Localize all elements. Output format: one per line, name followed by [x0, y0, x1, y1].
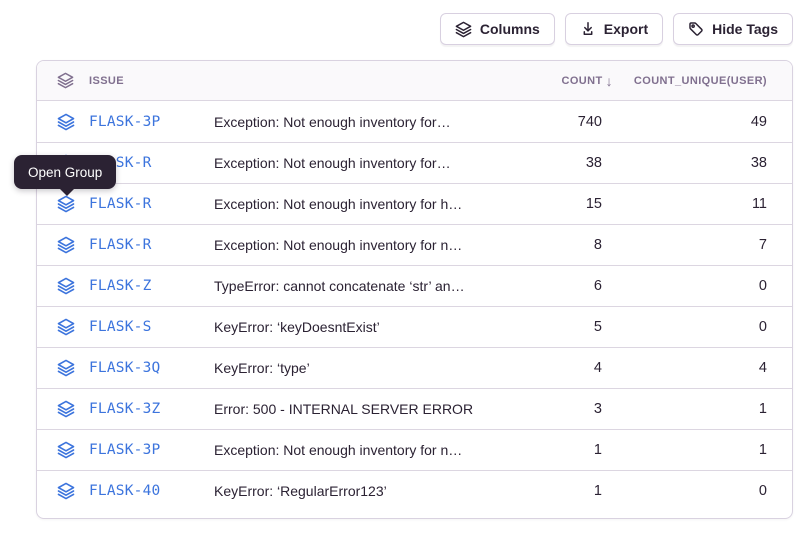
issue-count: 38: [586, 155, 613, 171]
issue-title: KeyError: ‘keyDoesntExist’: [214, 319, 533, 335]
issue-count: 5: [594, 319, 613, 335]
table-row[interactable]: FLASK-3P Exception: Not enough inventory…: [37, 101, 792, 142]
results-toolbar: Columns Export Hide Tags: [440, 13, 793, 45]
issue-count: 740: [578, 114, 613, 130]
tag-icon: [688, 21, 704, 37]
issue-count: 4: [594, 360, 613, 376]
issue-id-link[interactable]: FLASK-R: [89, 196, 214, 212]
issue-count-unique-user: 4: [759, 360, 767, 376]
issue-id-link[interactable]: FLASK-Z: [89, 278, 214, 294]
layers-icon: [455, 21, 472, 38]
tooltip-label: Open Group: [28, 165, 102, 180]
issue-stack-icon[interactable]: [57, 277, 89, 295]
column-header-issue[interactable]: ISSUE: [89, 75, 214, 87]
issue-id-link[interactable]: FLASK-R: [89, 237, 214, 253]
issue-title: KeyError: ‘type’: [214, 360, 533, 376]
issue-stack-icon[interactable]: [57, 441, 89, 459]
issue-stack-icon[interactable]: [57, 359, 89, 377]
table-row[interactable]: FLASK-3Z Error: 500 - INTERNAL SERVER ER…: [37, 388, 792, 429]
issue-count-unique-user: 7: [759, 237, 767, 253]
issue-stack-icon[interactable]: [57, 236, 89, 254]
table-header-row: ISSUE COUNT↓ COUNT_UNIQUE(USER): [37, 61, 792, 101]
table-row[interactable]: FLASK-R Exception: Not enough inventory …: [37, 224, 792, 265]
issue-count-unique-user: 38: [751, 155, 767, 171]
issue-stack-icon[interactable]: [57, 113, 89, 131]
issue-count-unique-user: 0: [759, 319, 767, 335]
open-group-tooltip: Open Group: [14, 155, 116, 189]
sort-descending-icon: ↓: [606, 74, 613, 88]
issue-count: 1: [594, 442, 613, 458]
issue-count: 1: [594, 483, 613, 499]
issue-id-link[interactable]: FLASK-40: [89, 483, 214, 499]
issue-title: Exception: Not enough inventory for…: [214, 114, 533, 130]
issue-count-unique-user: 1: [759, 401, 767, 417]
issue-title: Exception: Not enough inventory for…: [214, 155, 533, 171]
issue-count-unique-user: 0: [759, 483, 767, 499]
issue-title: Error: 500 - INTERNAL SERVER ERROR: [214, 401, 533, 417]
table-row[interactable]: FLASK-S KeyError: ‘keyDoesntExist’ 5 0: [37, 306, 792, 347]
issue-count-unique-user: 49: [751, 114, 767, 130]
issue-id-link[interactable]: FLASK-3Q: [89, 360, 214, 376]
issue-id-link[interactable]: FLASK-3P: [89, 114, 214, 130]
table-row[interactable]: FLASK-3P Exception: Not enough inventory…: [37, 429, 792, 470]
issue-title: KeyError: ‘RegularError123’: [214, 483, 533, 499]
table-body: FLASK-3P Exception: Not enough inventory…: [37, 101, 792, 511]
column-header-count-unique-user[interactable]: COUNT_UNIQUE(USER): [634, 75, 767, 87]
issue-count: 15: [586, 196, 613, 212]
table-row[interactable]: FLASK-40 KeyError: ‘RegularError123’ 1 0: [37, 470, 792, 511]
issue-count-unique-user: 0: [759, 278, 767, 294]
issue-count-unique-user: 11: [752, 196, 767, 212]
results-table-panel: ISSUE COUNT↓ COUNT_UNIQUE(USER) FLASK-3P…: [36, 60, 793, 519]
issue-stack-icon[interactable]: [57, 318, 89, 336]
issue-title: Exception: Not enough inventory for n…: [214, 442, 533, 458]
issue-id-link[interactable]: FLASK-3Z: [89, 401, 214, 417]
column-header-count[interactable]: COUNT↓: [561, 74, 613, 88]
hide-tags-button-label: Hide Tags: [712, 21, 778, 37]
issue-id-link[interactable]: FLASK-3P: [89, 442, 214, 458]
columns-button[interactable]: Columns: [440, 13, 555, 45]
issue-stack-icon[interactable]: [57, 482, 89, 500]
table-row[interactable]: FLASK-Z TypeError: cannot concatenate ‘s…: [37, 265, 792, 306]
columns-button-label: Columns: [480, 21, 540, 37]
export-button[interactable]: Export: [565, 13, 663, 45]
hide-tags-button[interactable]: Hide Tags: [673, 13, 793, 45]
issue-count: 8: [594, 237, 613, 253]
issue-title: Exception: Not enough inventory for h…: [214, 196, 533, 212]
issue-title: Exception: Not enough inventory for n…: [214, 237, 533, 253]
issue-title: TypeError: cannot concatenate ‘str’ an…: [214, 278, 533, 294]
issue-stack-icon[interactable]: [57, 195, 89, 213]
table-row[interactable]: FLASK-R Exception: Not enough inventory …: [37, 183, 792, 224]
export-button-label: Export: [604, 21, 648, 37]
issue-id-link[interactable]: FLASK-S: [89, 319, 214, 335]
issue-count: 3: [594, 401, 613, 417]
discover-results-page: Columns Export Hide Tags: [0, 0, 807, 538]
tooltip-arrow: [59, 188, 75, 196]
table-row[interactable]: FLASK-R Exception: Not enough inventory …: [37, 142, 792, 183]
issue-count: 6: [594, 278, 613, 294]
table-row[interactable]: FLASK-3Q KeyError: ‘type’ 4 4: [37, 347, 792, 388]
issue-column-layers-icon: [57, 72, 89, 89]
download-icon: [580, 21, 596, 37]
issue-stack-icon[interactable]: [57, 400, 89, 418]
issue-count-unique-user: 1: [759, 442, 767, 458]
